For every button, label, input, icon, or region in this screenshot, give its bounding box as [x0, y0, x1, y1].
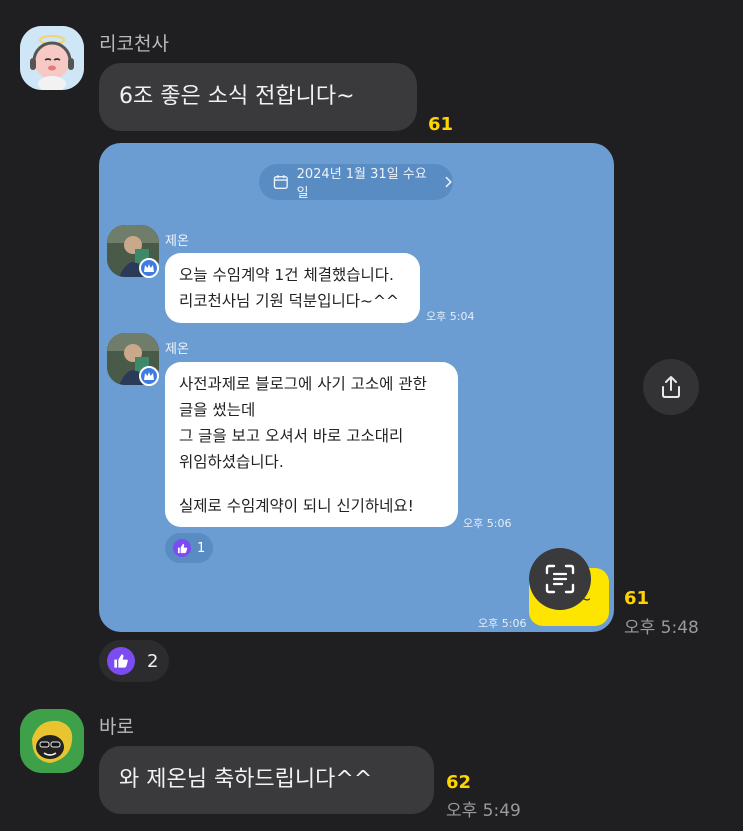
date-text: 2024년 1월 31일 수요일	[296, 167, 427, 201]
shared-screenshot-image[interactable]: 2024년 1월 31일 수요일 제온 오늘 수임계약 1건 체결했습니다. 리…	[99, 143, 614, 632]
text-scan-icon	[545, 564, 575, 594]
share-icon	[662, 376, 680, 398]
chevron-right-icon	[445, 176, 453, 188]
thumbs-up-icon	[107, 647, 135, 675]
sender-name: 리코천사	[99, 33, 169, 55]
inner-reaction: 1	[165, 533, 214, 563]
calendar-icon	[273, 175, 288, 190]
message-text: 6조 좋은 소식 전합니다~	[119, 84, 355, 109]
inner-message-line: 실제로 수임계약이 되니 신기하네요!	[179, 497, 414, 515]
share-button[interactable]	[643, 359, 699, 415]
inner-message-bubble: 오늘 수임계약 1건 체결했습니다. 리코천사님 기원 덕분입니다~^^	[165, 253, 420, 323]
unread-count: 61	[624, 588, 650, 609]
inner-message-time: 오후 5:06	[463, 517, 512, 530]
character-image	[20, 709, 84, 773]
inner-message-line: 오늘 수임계약 1건 체결했습니다.	[179, 266, 394, 284]
verified-badge-icon	[139, 258, 159, 278]
inner-message-line	[179, 475, 444, 493]
inner-message-time: 오후 5:06	[478, 617, 527, 630]
avatar-baro[interactable]	[20, 709, 84, 773]
inner-message-line: 사전과제로 블로그에 사기 고소에 관한	[179, 375, 427, 393]
inner-message-line: 리코천사님 기원 덕분입니다~^^	[179, 292, 399, 310]
inner-reaction-count: 1	[197, 540, 206, 556]
angel-character-image	[20, 26, 84, 90]
message-time: 오후 5:48	[624, 618, 699, 638]
inner-message-line: 위임하셨습니다.	[179, 453, 284, 471]
verified-badge-icon	[139, 366, 159, 386]
message-time: 오후 5:49	[446, 801, 521, 821]
thumbs-up-icon	[173, 539, 191, 557]
inner-message-line: 그 글을 보고 오셔서 바로 고소대리	[179, 427, 404, 445]
inner-message-bubble: 사전과제로 블로그에 사기 고소에 관한 글을 썼는데 그 글을 보고 오셔서 …	[165, 362, 458, 527]
inner-message-line: 글을 썼는데	[179, 401, 256, 419]
sender-name: 바로	[99, 716, 134, 738]
unread-count: 62	[446, 772, 472, 793]
reaction-badge[interactable]: 2	[99, 640, 169, 682]
inner-message-time: 오후 5:04	[426, 310, 475, 323]
message-bubble[interactable]: 와 제온님 축하드립니다^^	[99, 746, 434, 814]
reaction-count: 2	[147, 650, 159, 672]
message-text: 와 제온님 축하드립니다^^	[119, 767, 373, 792]
text-scan-button[interactable]	[529, 548, 591, 610]
inner-sender-name: 제온	[165, 342, 189, 357]
date-chip: 2024년 1월 31일 수요일	[259, 164, 453, 201]
unread-count: 61	[428, 114, 454, 135]
message-bubble[interactable]: 6조 좋은 소식 전합니다~	[99, 63, 417, 131]
inner-sender-name: 제온	[165, 234, 189, 249]
avatar-rikocheonsa[interactable]	[20, 26, 84, 90]
